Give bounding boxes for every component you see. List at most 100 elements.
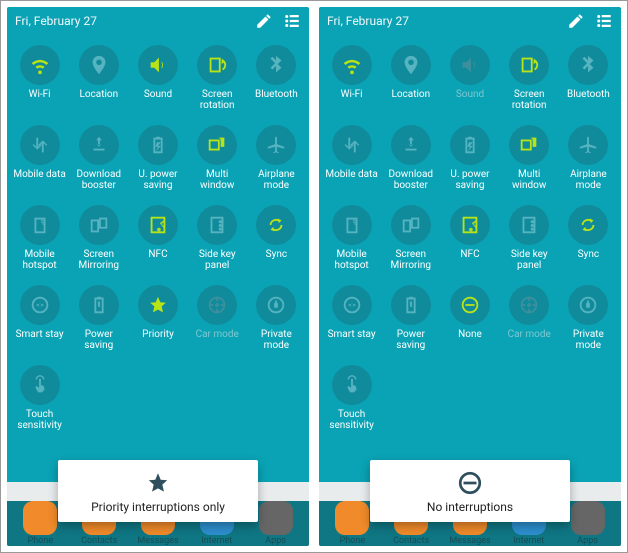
- dock-label: Contacts: [81, 536, 117, 546]
- power-icon: [391, 285, 431, 325]
- quick-settings-grid: Wi-Fi Location Sound Screen rotation Blu…: [7, 35, 309, 437]
- tile-nfc[interactable]: NFC: [129, 199, 186, 277]
- tile-screen-rotation[interactable]: Screen rotation: [501, 39, 558, 117]
- tile-label: Airplane mode: [248, 169, 304, 191]
- apps-icon: [571, 501, 605, 535]
- tile-screen-mirroring[interactable]: Screen Mirroring: [382, 199, 439, 277]
- smartstay-icon: [20, 285, 60, 325]
- tile-nfc[interactable]: NFC: [441, 199, 498, 277]
- tile-mobile-data[interactable]: Mobile data: [11, 119, 68, 197]
- tile-multi-window[interactable]: Multi window: [501, 119, 558, 197]
- status-bar: Fri, February 27: [319, 7, 621, 35]
- tile-label: Mobile hotspot: [324, 249, 380, 271]
- tile-location[interactable]: Location: [382, 39, 439, 117]
- tile-car-mode[interactable]: Car mode: [189, 279, 246, 357]
- tile-label: Sound: [144, 89, 172, 111]
- tile-label: Location: [391, 89, 430, 111]
- tile-download-booster[interactable]: Download booster: [382, 119, 439, 197]
- dock-label: Apps: [265, 536, 286, 546]
- tile-label: Multi window: [501, 169, 557, 191]
- multiwindow-icon: [197, 125, 237, 165]
- tile-power-saving[interactable]: Power saving: [70, 279, 127, 357]
- tile-screen-mirroring[interactable]: Screen Mirroring: [70, 199, 127, 277]
- dock-label: Phone: [340, 536, 366, 546]
- tile-priority[interactable]: Priority: [129, 279, 186, 357]
- upower-icon: [138, 125, 178, 165]
- hotspot-icon: [332, 205, 372, 245]
- tile-none[interactable]: None: [441, 279, 498, 357]
- tile-label: Wi-Fi: [341, 89, 363, 111]
- tile-label: NFC: [460, 249, 479, 271]
- tile-label: Airplane mode: [560, 169, 616, 191]
- tile-u-power-saving[interactable]: U. power saving: [441, 119, 498, 197]
- airplane-icon: [568, 125, 608, 165]
- sync-icon: [256, 205, 296, 245]
- status-date: Fri, February 27: [15, 14, 245, 28]
- hotspot-icon: [20, 205, 60, 245]
- tile-location[interactable]: Location: [70, 39, 127, 117]
- tile-power-saving[interactable]: Power saving: [382, 279, 439, 357]
- tile-airplane-mode[interactable]: Airplane mode: [248, 119, 305, 197]
- tile-side-key-panel[interactable]: Side key panel: [189, 199, 246, 277]
- smartstay-icon: [332, 285, 372, 325]
- tile-label: Side key panel: [189, 249, 245, 271]
- tile-u-power-saving[interactable]: U. power saving: [129, 119, 186, 197]
- apps-icon: [259, 501, 293, 535]
- touch-icon: [332, 365, 372, 405]
- tile-sound[interactable]: Sound: [441, 39, 498, 117]
- upower-icon: [450, 125, 490, 165]
- phone-icon: [335, 501, 369, 535]
- dock-label: Messages: [449, 536, 490, 546]
- sync-icon: [568, 205, 608, 245]
- tile-smart-stay[interactable]: Smart stay: [11, 279, 68, 357]
- tile-wifi[interactable]: Wi-Fi: [11, 39, 68, 117]
- rotation-icon: [197, 45, 237, 85]
- tile-private-mode[interactable]: Private mode: [248, 279, 305, 357]
- tile-car-mode[interactable]: Car mode: [501, 279, 558, 357]
- tile-label: Sync: [266, 249, 287, 271]
- tile-bluetooth[interactable]: Bluetooth: [560, 39, 617, 117]
- tile-wifi[interactable]: Wi-Fi: [323, 39, 380, 117]
- tile-touch-sensitivity[interactable]: Touch sensitivity: [323, 359, 380, 437]
- priority-star-icon: [138, 285, 178, 325]
- sidekey-icon: [509, 205, 549, 245]
- tile-mobile-data[interactable]: Mobile data: [323, 119, 380, 197]
- edit-button[interactable]: [255, 12, 273, 30]
- tile-label: Screen Mirroring: [383, 249, 439, 271]
- tile-download-booster[interactable]: Download booster: [70, 119, 127, 197]
- mirror-icon: [79, 205, 119, 245]
- tile-mobile-hotspot[interactable]: Mobile hotspot: [323, 199, 380, 277]
- car-icon: [197, 285, 237, 325]
- edit-button[interactable]: [567, 12, 585, 30]
- power-icon: [79, 285, 119, 325]
- tile-mobile-hotspot[interactable]: Mobile hotspot: [11, 199, 68, 277]
- interruption-toast: Priority interruptions only: [58, 460, 258, 522]
- tile-bluetooth[interactable]: Bluetooth: [248, 39, 305, 117]
- tile-sound[interactable]: Sound: [129, 39, 186, 117]
- tile-private-mode[interactable]: Private mode: [560, 279, 617, 357]
- tile-side-key-panel[interactable]: Side key panel: [501, 199, 558, 277]
- nfc-icon: [138, 205, 178, 245]
- tile-label: Smart stay: [16, 329, 64, 351]
- tile-sync[interactable]: Sync: [560, 199, 617, 277]
- tile-multi-window[interactable]: Multi window: [189, 119, 246, 197]
- dock-label: Internet: [201, 536, 232, 546]
- tile-touch-sensitivity[interactable]: Touch sensitivity: [11, 359, 68, 437]
- list-button[interactable]: [595, 12, 613, 30]
- tile-airplane-mode[interactable]: Airplane mode: [560, 119, 617, 197]
- tile-sync[interactable]: Sync: [248, 199, 305, 277]
- tile-label: Sync: [578, 249, 599, 271]
- phone-screen-left: Fri, February 27 Wi-Fi Location Sound Sc…: [7, 7, 309, 546]
- nfc-icon: [450, 205, 490, 245]
- dock-label: Internet: [513, 536, 544, 546]
- tile-label: Screen rotation: [501, 89, 557, 111]
- private-icon: [256, 285, 296, 325]
- tile-smart-stay[interactable]: Smart stay: [323, 279, 380, 357]
- list-button[interactable]: [283, 12, 301, 30]
- tile-label: Power saving: [383, 329, 439, 351]
- tile-screen-rotation[interactable]: Screen rotation: [189, 39, 246, 117]
- car-icon: [509, 285, 549, 325]
- comparison-container: Fri, February 27 Wi-Fi Location Sound Sc…: [0, 0, 628, 553]
- download-icon: [79, 125, 119, 165]
- tile-label: Bluetooth: [255, 89, 298, 111]
